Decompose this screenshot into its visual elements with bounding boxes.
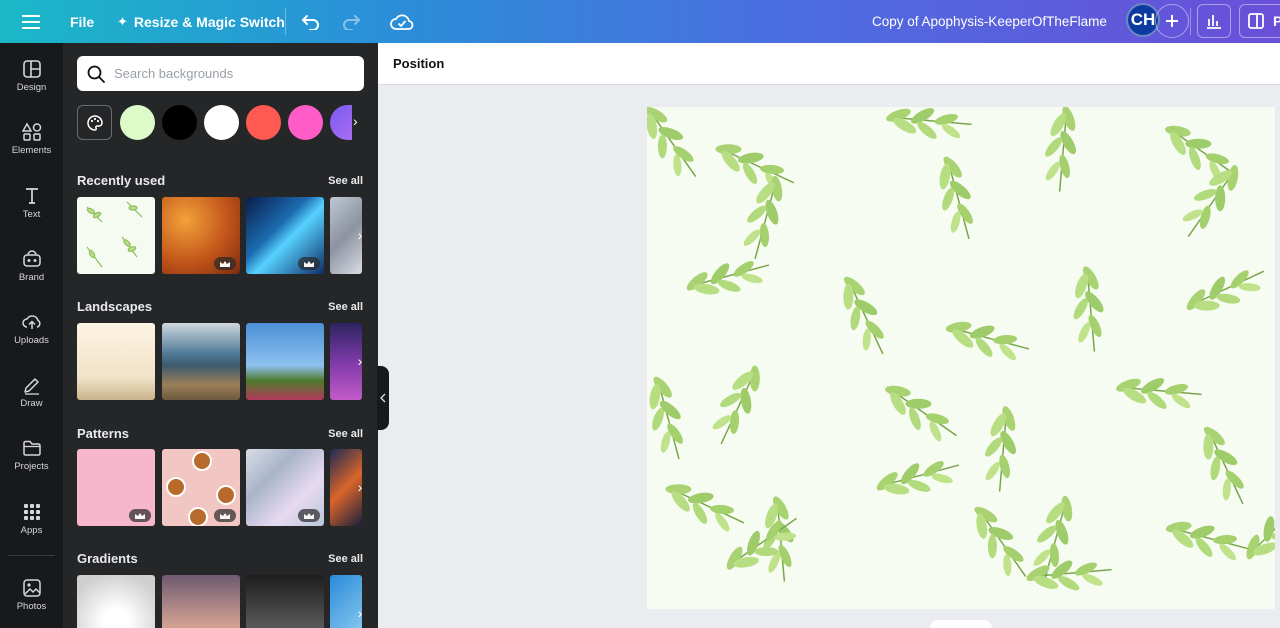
search-box[interactable]	[77, 56, 364, 91]
rail-item-apps[interactable]: Apps	[0, 498, 63, 556]
rail-label: Photos	[16, 601, 47, 612]
rail-label: Brand	[18, 272, 45, 283]
background-thumbnail[interactable]	[162, 197, 240, 274]
chevron-right-icon[interactable]: ›	[354, 225, 366, 245]
document-title[interactable]: Copy of Apophysis-KeeperOfTheFlame	[872, 0, 1107, 43]
present-icon	[1248, 13, 1264, 29]
color-palette-button[interactable]	[77, 105, 112, 140]
context-toolbar: Position	[378, 43, 1280, 85]
chevron-right-icon[interactable]: ›	[354, 477, 366, 497]
section-title: Gradients	[77, 551, 138, 566]
rail-item-brand[interactable]: Brand	[0, 245, 63, 303]
hamburger-icon[interactable]	[22, 0, 40, 43]
background-thumbnail[interactable]	[162, 449, 240, 526]
background-thumbnail[interactable]	[77, 449, 155, 526]
section-title: Recently used	[77, 173, 166, 188]
color-swatch[interactable]	[288, 105, 323, 140]
background-thumbnail[interactable]	[77, 575, 155, 628]
rail-label: Apps	[20, 525, 43, 536]
color-swatch[interactable]	[330, 105, 352, 140]
rail-item-draw[interactable]: Draw	[0, 371, 63, 429]
cloud-upload-icon	[21, 315, 41, 329]
crown-icon	[214, 509, 236, 522]
plus-icon	[1166, 15, 1178, 27]
background-thumbnail[interactable]	[77, 323, 155, 400]
see-all-link[interactable]: See all	[328, 301, 363, 313]
file-menu[interactable]: File	[70, 0, 94, 43]
present-label: P	[1273, 13, 1280, 29]
section-title: Patterns	[77, 426, 130, 441]
undo-icon[interactable]	[301, 0, 321, 43]
sparkle-icon: ✦	[117, 13, 128, 29]
rail-item-design[interactable]: Design	[0, 55, 63, 113]
leaves-background-image	[647, 107, 1275, 609]
rail-label: Design	[16, 82, 47, 93]
left-rail: Design Elements Text Brand Uploads Draw …	[0, 43, 63, 628]
chevron-right-icon[interactable]: ›	[354, 351, 366, 371]
color-swatch[interactable]	[120, 105, 155, 140]
resize-magic-switch-button[interactable]: ✦ Resize & Magic Switch	[117, 0, 285, 43]
folder-icon	[22, 440, 41, 456]
backgrounds-panel: › Recently used See all › Landscapes See…	[63, 43, 378, 628]
divider	[8, 555, 55, 556]
insights-button[interactable]	[1197, 4, 1231, 38]
shapes-icon	[21, 122, 41, 141]
top-bar: File ✦ Resize & Magic Switch Copy of Apo…	[0, 0, 1280, 43]
chevron-right-icon[interactable]: ›	[354, 603, 366, 623]
apps-grid-icon	[23, 504, 40, 520]
divider	[285, 8, 286, 35]
rail-label: Projects	[14, 461, 49, 472]
brand-icon	[22, 250, 41, 267]
add-collaborator-button[interactable]	[1155, 4, 1189, 38]
leaves-pattern-image	[86, 201, 143, 268]
rail-label: Draw	[20, 398, 43, 409]
rail-item-photos[interactable]: Photos	[0, 574, 63, 628]
search-input[interactable]	[114, 66, 354, 81]
rail-item-text[interactable]: Text	[0, 182, 63, 240]
photo-icon	[22, 579, 41, 597]
rail-label: Elements	[11, 145, 52, 156]
present-button[interactable]: P	[1239, 4, 1280, 38]
bar-chart-icon	[1207, 15, 1221, 29]
see-all-link[interactable]: See all	[328, 553, 363, 565]
rail-label: Uploads	[14, 335, 49, 346]
background-thumbnail[interactable]	[162, 575, 240, 628]
crown-icon	[298, 257, 320, 270]
see-all-link[interactable]: See all	[328, 175, 363, 187]
divider	[1190, 8, 1191, 35]
rail-item-elements[interactable]: Elements	[0, 118, 63, 176]
rail-item-projects[interactable]: Projects	[0, 434, 63, 492]
color-swatch[interactable]	[162, 105, 197, 140]
rail-item-uploads[interactable]: Uploads	[0, 308, 63, 366]
crown-icon	[129, 509, 151, 522]
color-swatch[interactable]	[246, 105, 281, 140]
cloud-check-icon[interactable]	[390, 0, 414, 43]
chevron-right-icon[interactable]: ›	[353, 113, 365, 133]
rail-label: Text	[22, 209, 41, 220]
text-icon	[25, 188, 38, 204]
background-thumbnail[interactable]	[162, 323, 240, 400]
background-thumbnail[interactable]	[246, 197, 324, 274]
redo-icon[interactable]	[341, 0, 361, 43]
page-handle[interactable]	[930, 620, 992, 628]
crown-icon	[298, 509, 320, 522]
see-all-link[interactable]: See all	[328, 428, 363, 440]
design-canvas[interactable]	[647, 107, 1275, 609]
chevron-left-icon	[380, 393, 386, 403]
resize-label: Resize & Magic Switch	[133, 13, 285, 30]
layout-icon	[22, 60, 41, 78]
collapse-panel-handle[interactable]	[377, 366, 389, 430]
crown-icon	[214, 257, 236, 270]
palette-icon	[86, 114, 103, 131]
pen-icon	[23, 378, 39, 395]
position-button[interactable]: Position	[393, 56, 444, 71]
background-thumbnail[interactable]	[246, 323, 324, 400]
background-thumbnail[interactable]	[246, 575, 324, 628]
search-icon	[87, 65, 105, 83]
color-swatch[interactable]	[204, 105, 239, 140]
background-thumbnail[interactable]	[77, 197, 155, 274]
section-title: Landscapes	[77, 299, 153, 314]
background-thumbnail[interactable]	[246, 449, 324, 526]
